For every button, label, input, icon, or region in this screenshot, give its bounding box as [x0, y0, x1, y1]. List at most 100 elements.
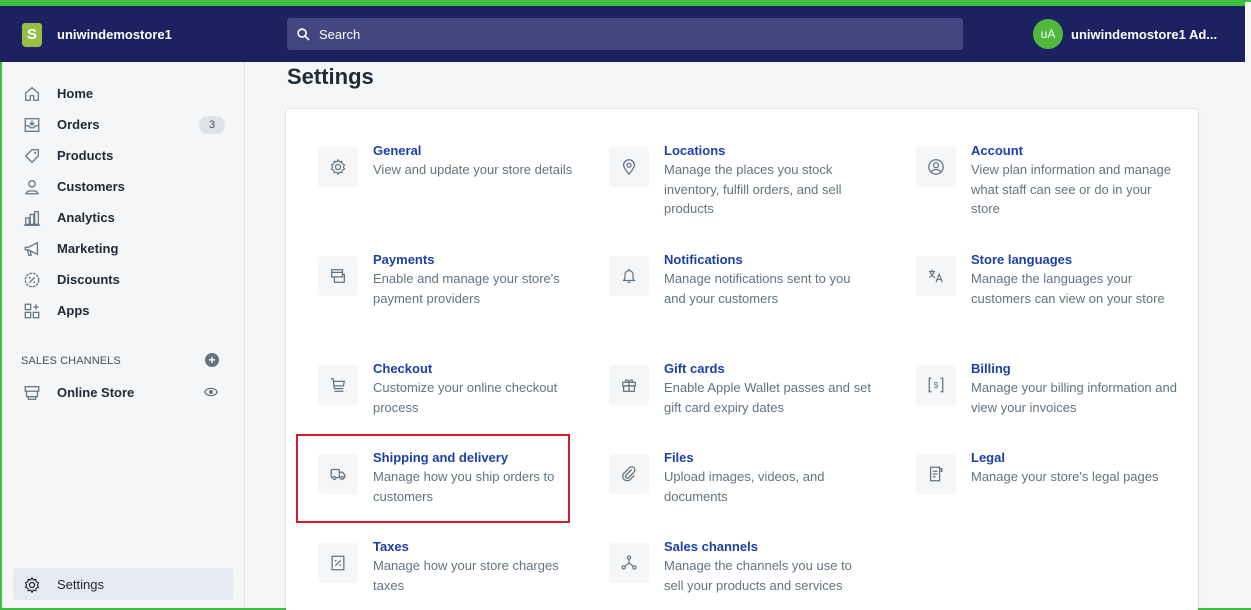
apps-icon — [24, 303, 40, 318]
store-name[interactable]: uniwindemostore1 — [57, 27, 172, 42]
sidebar-item-label: Marketing — [57, 241, 119, 256]
setting-icon-tile — [916, 454, 956, 494]
setting-icon-tile — [318, 365, 358, 405]
scroll-indicator — [1239, 14, 1245, 22]
sidebar-item-apps[interactable]: Apps — [2, 295, 245, 326]
tax-icon — [331, 555, 345, 571]
search-input[interactable]: Search — [287, 18, 963, 50]
setting-title[interactable]: Taxes — [373, 539, 409, 554]
channels-icon — [621, 555, 637, 570]
eye-icon[interactable] — [203, 384, 219, 400]
sidebar-item-settings[interactable]: Settings — [2, 569, 245, 600]
sidebar-item-customers[interactable]: Customers — [2, 171, 245, 202]
setting-item-store-languages[interactable]: Store languages Manage the languages your… — [916, 252, 1216, 336]
setting-description: Manage the places you stock inventory, f… — [664, 162, 842, 216]
gear-icon — [330, 158, 346, 176]
discount-icon — [24, 272, 40, 287]
setting-description: Manage notifications sent to you and you… — [664, 271, 851, 306]
setting-title[interactable]: Sales channels — [664, 539, 758, 554]
user-name: uniwindemostore1 Ad... — [1071, 26, 1218, 42]
setting-item-taxes[interactable]: Taxes Manage how your store charges taxes — [318, 539, 618, 610]
orders-icon — [24, 117, 40, 132]
setting-description: Manage the languages your customers can … — [971, 271, 1165, 306]
sidebar-item-label: Discounts — [57, 272, 120, 287]
paperclip-icon — [622, 466, 636, 482]
setting-item-files[interactable]: Files Upload images, videos, and document… — [609, 450, 909, 534]
megaphone-icon — [24, 241, 39, 256]
bell-icon — [622, 268, 636, 283]
sidebar-item-label: Settings — [57, 577, 104, 592]
sidebar-item-label: Customers — [57, 179, 125, 194]
setting-description: View plan information and manage what st… — [971, 162, 1171, 216]
setting-icon-tile — [916, 256, 956, 296]
setting-item-sales-channels[interactable]: Sales channels Manage the channels you us… — [609, 539, 909, 610]
billing-icon: $ — [928, 377, 944, 393]
home-icon — [25, 86, 39, 101]
sidebar-item-discounts[interactable]: Discounts — [2, 264, 245, 295]
user-menu[interactable]: uA uniwindemostore1 Ad... — [1033, 19, 1217, 49]
sidebar-item-products[interactable]: Products — [2, 140, 245, 171]
sidebar-item-label: Products — [57, 148, 114, 163]
translate-icon — [928, 269, 943, 283]
setting-icon-tile — [916, 147, 956, 187]
avatar: uA — [1033, 19, 1063, 49]
setting-title[interactable]: Legal — [971, 450, 1005, 465]
setting-title[interactable]: Files — [664, 450, 694, 465]
setting-item-account[interactable]: Account View plan information and manage … — [916, 143, 1216, 227]
sidebar-item-label: Online Store — [57, 385, 135, 400]
gear-icon — [24, 576, 40, 593]
tag-icon — [24, 148, 39, 163]
setting-title[interactable]: Account — [971, 143, 1023, 158]
setting-title[interactable]: Payments — [373, 252, 434, 267]
add-sales-channel-button[interactable]: + — [205, 353, 219, 367]
setting-title[interactable]: Notifications — [664, 252, 743, 267]
setting-item-gift-cards[interactable]: Gift cards Enable Apple Wallet passes and… — [609, 361, 909, 445]
setting-icon-tile — [609, 147, 649, 187]
setting-description: Customize your online checkout process — [373, 380, 558, 415]
search-icon — [297, 27, 310, 41]
setting-item-billing[interactable]: $ Billing Manage your billing information … — [916, 361, 1216, 445]
setting-description: View and update your store details — [373, 162, 573, 177]
setting-title[interactable]: Locations — [664, 143, 725, 158]
search-placeholder: Search — [319, 26, 361, 42]
setting-item-locations[interactable]: Locations Manage the places you stock inv… — [609, 143, 909, 227]
account-icon — [928, 159, 944, 175]
setting-title[interactable]: Store languages — [971, 252, 1072, 267]
person-icon — [25, 179, 39, 194]
setting-icon-tile — [318, 256, 358, 296]
setting-icon-tile: $ — [916, 365, 956, 405]
setting-title[interactable]: Checkout — [373, 361, 432, 376]
sidebar-item-orders[interactable]: Orders 3 — [2, 109, 245, 140]
setting-icon-tile — [609, 454, 649, 494]
setting-title[interactable]: Billing — [971, 361, 1011, 376]
setting-item-notifications[interactable]: Notifications Manage notifications sent t… — [609, 252, 909, 336]
gift-icon — [622, 379, 636, 392]
shopify-logo-icon[interactable]: S — [22, 23, 42, 47]
page-title: Settings — [287, 64, 374, 89]
sidebar-item-label: Analytics — [57, 210, 115, 225]
setting-title[interactable]: General — [373, 143, 421, 158]
sidebar-item-marketing[interactable]: Marketing — [2, 233, 245, 264]
setting-icon-tile — [318, 543, 358, 583]
setting-item-general[interactable]: General View and update your store detail… — [318, 143, 618, 227]
sidebar-item-analytics[interactable]: Analytics — [2, 202, 245, 233]
setting-description: Enable and manage your store's payment p… — [373, 271, 560, 306]
setting-description: Enable Apple Wallet passes and set gift … — [664, 380, 871, 415]
setting-title[interactable]: Gift cards — [664, 361, 725, 376]
sidebar-item-home[interactable]: Home — [2, 78, 245, 109]
location-pin-icon — [622, 159, 636, 176]
orders-count-badge: 3 — [199, 115, 225, 134]
highlight-box — [296, 434, 570, 523]
sidebar-item-online-store[interactable]: Online Store — [2, 377, 245, 408]
setting-description: Manage your billing information and view… — [971, 380, 1177, 415]
bar-chart-icon — [23, 210, 41, 226]
setting-item-payments[interactable]: Payments Enable and manage your store's p… — [318, 252, 618, 336]
setting-description: Manage the channels you use to sell your… — [664, 558, 852, 593]
setting-item-legal[interactable]: Legal Manage your store's legal pages — [916, 450, 1216, 534]
svg-text:$: $ — [934, 381, 939, 390]
setting-item-checkout[interactable]: Checkout Customize your online checkout p… — [318, 361, 618, 445]
setting-icon-tile — [609, 543, 649, 583]
store-icon — [24, 385, 40, 400]
top-bar: S uniwindemostore1 Search uA uniwindemos… — [0, 0, 1245, 62]
legal-icon — [929, 466, 943, 482]
